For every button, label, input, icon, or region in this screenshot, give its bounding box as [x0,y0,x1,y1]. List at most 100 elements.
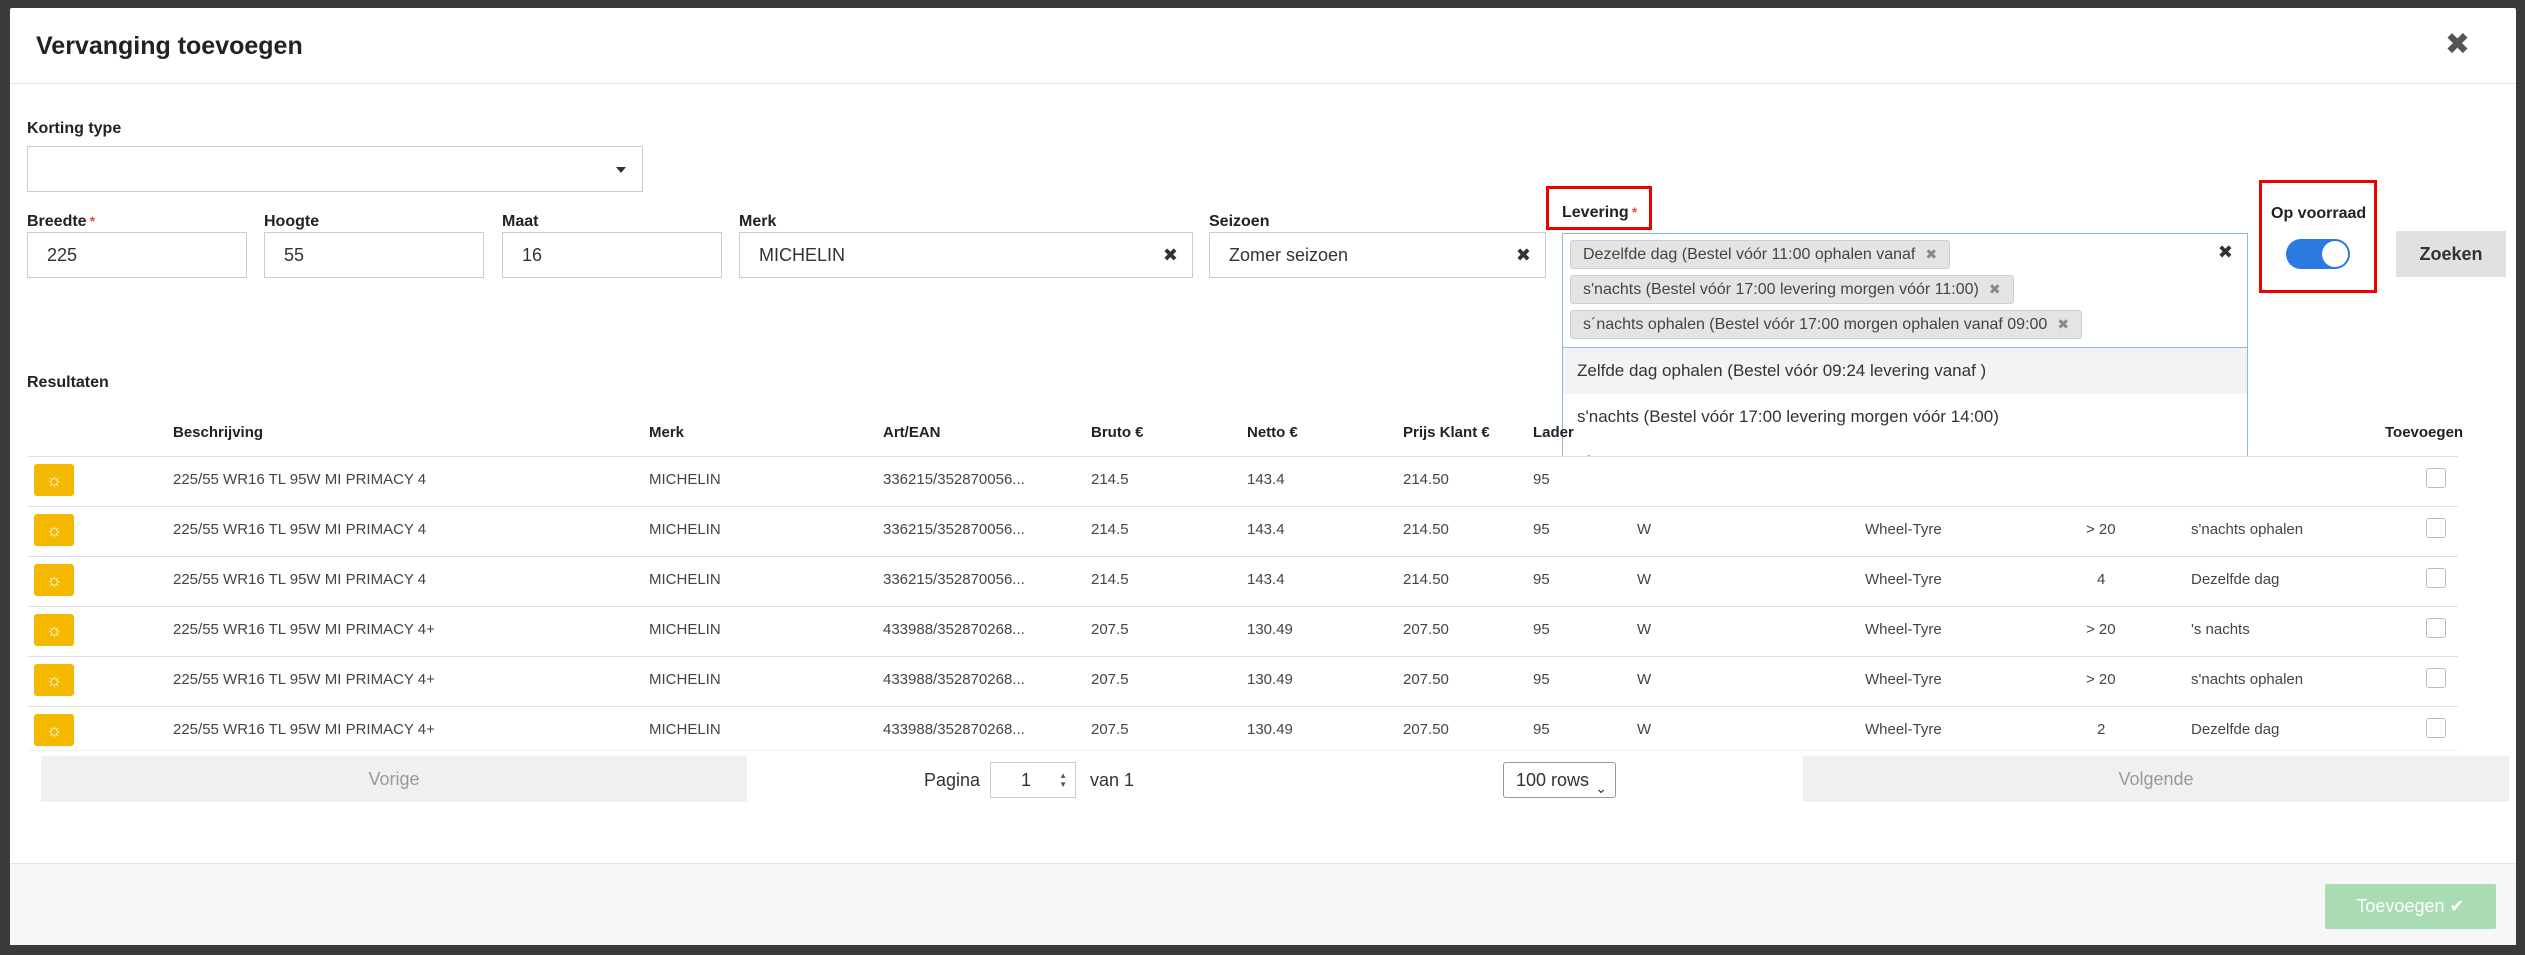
cell-supplier: Wheel-Tyre [1865,671,1942,688]
cell-bruto: 207.5 [1091,671,1129,688]
remove-tag-icon[interactable]: ✖ [2057,316,2069,332]
modal-footer: Toevoegen ✔ [10,863,2516,945]
op-voorraad-highlight-box [2259,180,2377,293]
cell-bruto: 214.5 [1091,571,1129,588]
cell-speed: W [1637,621,1652,638]
merk-select[interactable]: MICHELIN ✖ [739,232,1193,278]
cell-bruto: 207.5 [1091,721,1129,738]
prev-button[interactable]: Vorige [41,756,747,802]
table-row: ☼ 225/55 WR16 TL 95W MI PRIMACY 4 MICHEL… [28,556,2458,606]
modal-title: Vervanging toevoegen [36,32,303,60]
clear-icon[interactable]: ✖ [1163,233,1178,277]
page-input[interactable]: 1 ▲ ▼ [990,762,1076,798]
cell-ean: 336215/352870056... [883,521,1025,538]
cell-lader: 95 [1533,521,1550,538]
sun-icon[interactable]: ☼ [34,514,74,546]
rows-select[interactable]: 100 rows ⌄ [1503,762,1616,798]
sun-icon[interactable]: ☼ [34,664,74,696]
korting-type-select[interactable] [27,146,643,192]
cell-stock: > 20 [2086,621,2116,638]
cell-netto: 130.49 [1247,621,1293,638]
hoogte-input[interactable]: 55 [264,232,484,278]
cell-lader: 95 [1533,721,1550,738]
cell-prijs: 207.50 [1403,671,1449,688]
cell-stock: 2 [2097,721,2106,738]
add-button[interactable]: Toevoegen ✔ [2325,884,2496,929]
maat-input[interactable]: 16 [502,232,722,278]
hoogte-label: Hoogte [264,213,320,230]
breedte-input[interactable]: 225 [27,232,247,278]
sun-icon[interactable]: ☼ [34,564,74,596]
clear-icon[interactable]: ✖ [1516,233,1531,277]
modal-header: Vervanging toevoegen ✖ [10,8,2516,84]
cell-brand: MICHELIN [649,521,721,538]
merk-value: MICHELIN [759,245,846,265]
cell-prijs: 214.50 [1403,471,1449,488]
cell-description: 225/55 WR16 TL 95W MI PRIMACY 4 [173,521,427,538]
sun-icon[interactable]: ☼ [34,614,74,646]
close-icon[interactable]: ✖ [2445,30,2470,60]
rows-value: 100 rows [1516,770,1590,790]
cell-ean: 336215/352870056... [883,571,1025,588]
op-voorraad-label: Op voorraad [2271,205,2367,222]
col-header: Netto € [1247,424,1298,441]
col-header: Merk [649,424,685,441]
levering-option[interactable]: Zelfde dag ophalen (Bestel vóór 09:24 le… [1563,348,2247,394]
required-mark: * [89,213,96,229]
cell-brand: MICHELIN [649,471,721,488]
cell-prijs: 207.50 [1403,721,1449,738]
cell-bruto: 214.5 [1091,521,1129,538]
seizoen-select[interactable]: Zomer seizoen ✖ [1209,232,1546,278]
col-header: Beschrijving [173,424,264,441]
cell-supplier: Wheel-Tyre [1865,621,1942,638]
cell-prijs: 214.50 [1403,521,1449,538]
table-row: ☼ 225/55 WR16 TL 95W MI PRIMACY 4+ MICHE… [28,656,2458,706]
cell-bruto: 214.5 [1091,471,1129,488]
op-voorraad-toggle[interactable] [2286,239,2350,269]
sun-icon[interactable]: ☼ [34,714,74,746]
toggle-knob [2322,241,2348,267]
cell-description: 225/55 WR16 TL 95W MI PRIMACY 4+ [173,671,435,688]
add-checkbox[interactable] [2426,668,2446,688]
cell-netto: 143.4 [1247,521,1285,538]
levering-multiselect[interactable]: Dezelfde dag (Bestel vóór 11:00 ophalen … [1562,233,2248,349]
table-row: ☼ 225/55 WR16 TL 95W MI PRIMACY 4 MICHEL… [28,506,2458,556]
levering-tag: Dezelfde dag (Bestel vóór 11:00 ophalen … [1570,240,1951,269]
sun-icon[interactable]: ☼ [34,464,74,496]
cell-delivery: Dezelfde dag [2191,721,2280,738]
add-checkbox[interactable] [2426,718,2446,738]
cell-supplier: Wheel-Tyre [1865,721,1942,738]
cell-supplier: Wheel-Tyre [1865,521,1942,538]
cell-speed: W [1637,671,1652,688]
add-checkbox[interactable] [2426,468,2446,488]
next-button[interactable]: Volgende [1803,756,2509,802]
cell-supplier: Wheel-Tyre [1865,571,1942,588]
cell-speed: W [1637,721,1652,738]
cell-ean: 336215/352870056... [883,471,1025,488]
stepper-icon[interactable]: ▲ ▼ [1059,771,1067,789]
remove-tag-icon[interactable]: ✖ [1925,246,1937,262]
cell-netto: 143.4 [1247,571,1285,588]
levering-option[interactable]: s'nachts (Bestel vóór 17:00 levering mor… [1563,394,2247,440]
cell-netto: 130.49 [1247,671,1293,688]
cell-lader: 95 [1533,621,1550,638]
cell-ean: 433988/352870268... [883,721,1025,738]
zoeken-button[interactable]: Zoeken [2396,231,2506,277]
add-checkbox[interactable] [2426,618,2446,638]
col-header: Bruto € [1091,424,1144,441]
cell-netto: 130.49 [1247,721,1293,738]
levering-label: Levering * [1562,204,1638,221]
chevron-down-icon [616,167,626,173]
cell-stock: 4 [2097,571,2106,588]
remove-tag-icon[interactable]: ✖ [1989,281,2001,297]
seizoen-label: Seizoen [1209,213,1270,230]
add-checkbox[interactable] [2426,568,2446,588]
cell-speed: W [1637,571,1652,588]
levering-tag: s'nachts (Bestel vóór 17:00 levering mor… [1570,275,2014,304]
clear-all-icon[interactable]: ✖ [2218,242,2233,263]
col-header: Prijs Klant € [1403,424,1490,441]
cell-description: 225/55 WR16 TL 95W MI PRIMACY 4 [173,571,427,588]
cell-brand: MICHELIN [649,571,721,588]
cell-delivery: s'nachts ophalen [2191,521,2304,538]
add-checkbox[interactable] [2426,518,2446,538]
